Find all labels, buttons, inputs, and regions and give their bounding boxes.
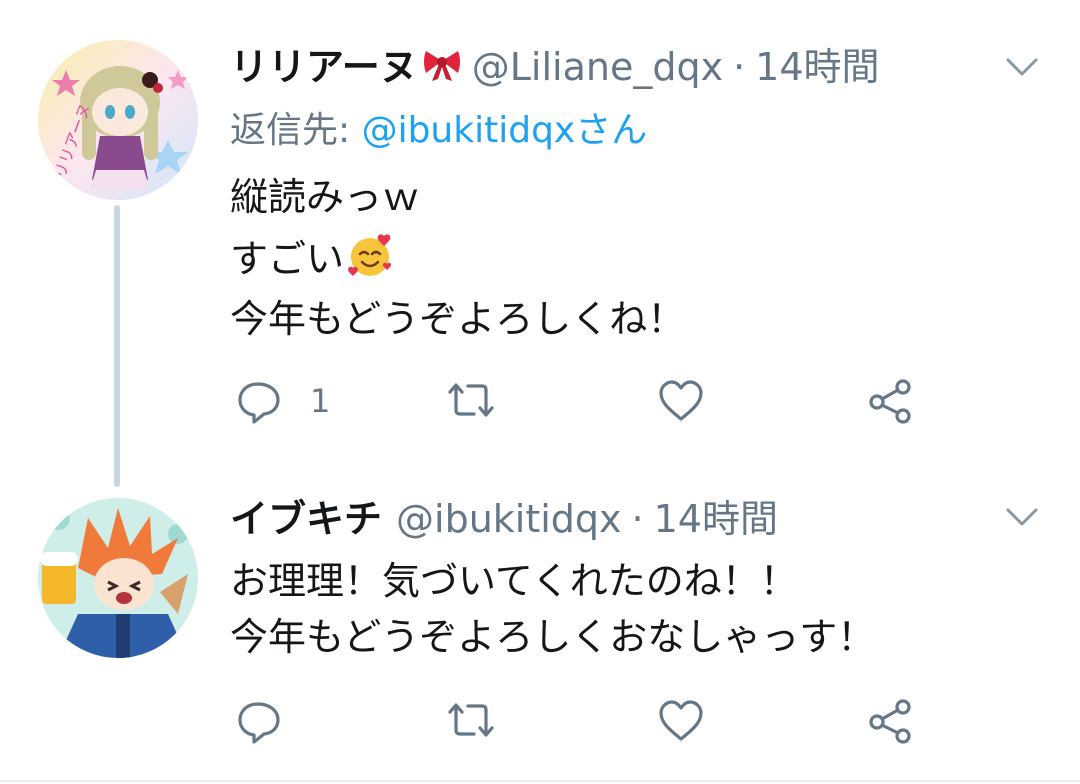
reply-label: 返信先: [230, 110, 362, 151]
retweet-icon [448, 703, 494, 737]
share-button[interactable] [866, 376, 916, 426]
tweet-header: リリアーヌ @Liliane_dqx · 14時間 [230, 44, 880, 93]
tweet-text-line: お理理！気づいてくれたのね！！ [230, 559, 798, 603]
timestamp[interactable]: 14時間 [755, 45, 879, 89]
replying-to: 返信先: @ibukitidqxさん [230, 108, 647, 154]
retweet-button[interactable] [444, 376, 498, 426]
avatar-image [38, 498, 198, 658]
tweet-text-line: 今年もどうぞよろしくね！ [230, 297, 686, 341]
display-name[interactable]: イブキチ [230, 497, 382, 541]
tweet-text-line: すごい [230, 232, 394, 292]
avatar[interactable] [38, 498, 198, 658]
heart-icon [659, 700, 703, 741]
reply-icon [238, 702, 280, 744]
separator: · [631, 497, 644, 541]
handle[interactable]: @Liliane_dqx [472, 45, 723, 89]
tweet-text-line: 縦読みっｗ [230, 175, 421, 219]
tweet-header: イブキチ @ibukitidqx · 14時間 [230, 496, 778, 542]
like-button[interactable] [656, 696, 706, 746]
smiling-face-with-hearts-icon [346, 232, 394, 292]
chevron-down-icon[interactable] [1002, 502, 1042, 532]
tweet-text-line: 今年もどうぞよろしくおなしゃっす！ [230, 615, 876, 659]
thread-connector [114, 205, 120, 487]
ribbon-icon [422, 47, 462, 93]
reply-mention-link[interactable]: @ibukitidqxさん [362, 110, 648, 151]
tweet[interactable]: リリアーヌ リリアーヌ @Liliane_dqx · 14時間 返信先: @ibuki… [0, 0, 1080, 470]
retweet-button[interactable] [444, 696, 498, 746]
chevron-down-icon[interactable] [1002, 52, 1042, 82]
divider [0, 780, 1080, 782]
share-icon [869, 379, 911, 424]
reply-icon [238, 382, 280, 424]
share-icon [869, 699, 911, 744]
like-button[interactable] [656, 376, 706, 426]
reply-button[interactable]: 1 [234, 376, 344, 426]
separator: · [733, 45, 746, 89]
handle[interactable]: @ibukitidqx [396, 497, 622, 541]
reply-button[interactable] [234, 696, 294, 746]
tweet[interactable]: イブキチ @ibukitidqx · 14時間 お理理！気づいてくれたのね！！ 今年も… [0, 470, 1080, 784]
retweet-icon [448, 383, 494, 417]
tweet-text-segment: すごい [230, 237, 345, 281]
reply-count: 1 [310, 382, 331, 420]
avatar-image: リリアーヌ [38, 40, 198, 200]
avatar[interactable]: リリアーヌ [38, 40, 198, 200]
display-name[interactable]: リリアーヌ [230, 45, 418, 89]
timestamp[interactable]: 14時間 [654, 497, 778, 541]
heart-icon [659, 380, 703, 421]
share-button[interactable] [866, 696, 916, 746]
